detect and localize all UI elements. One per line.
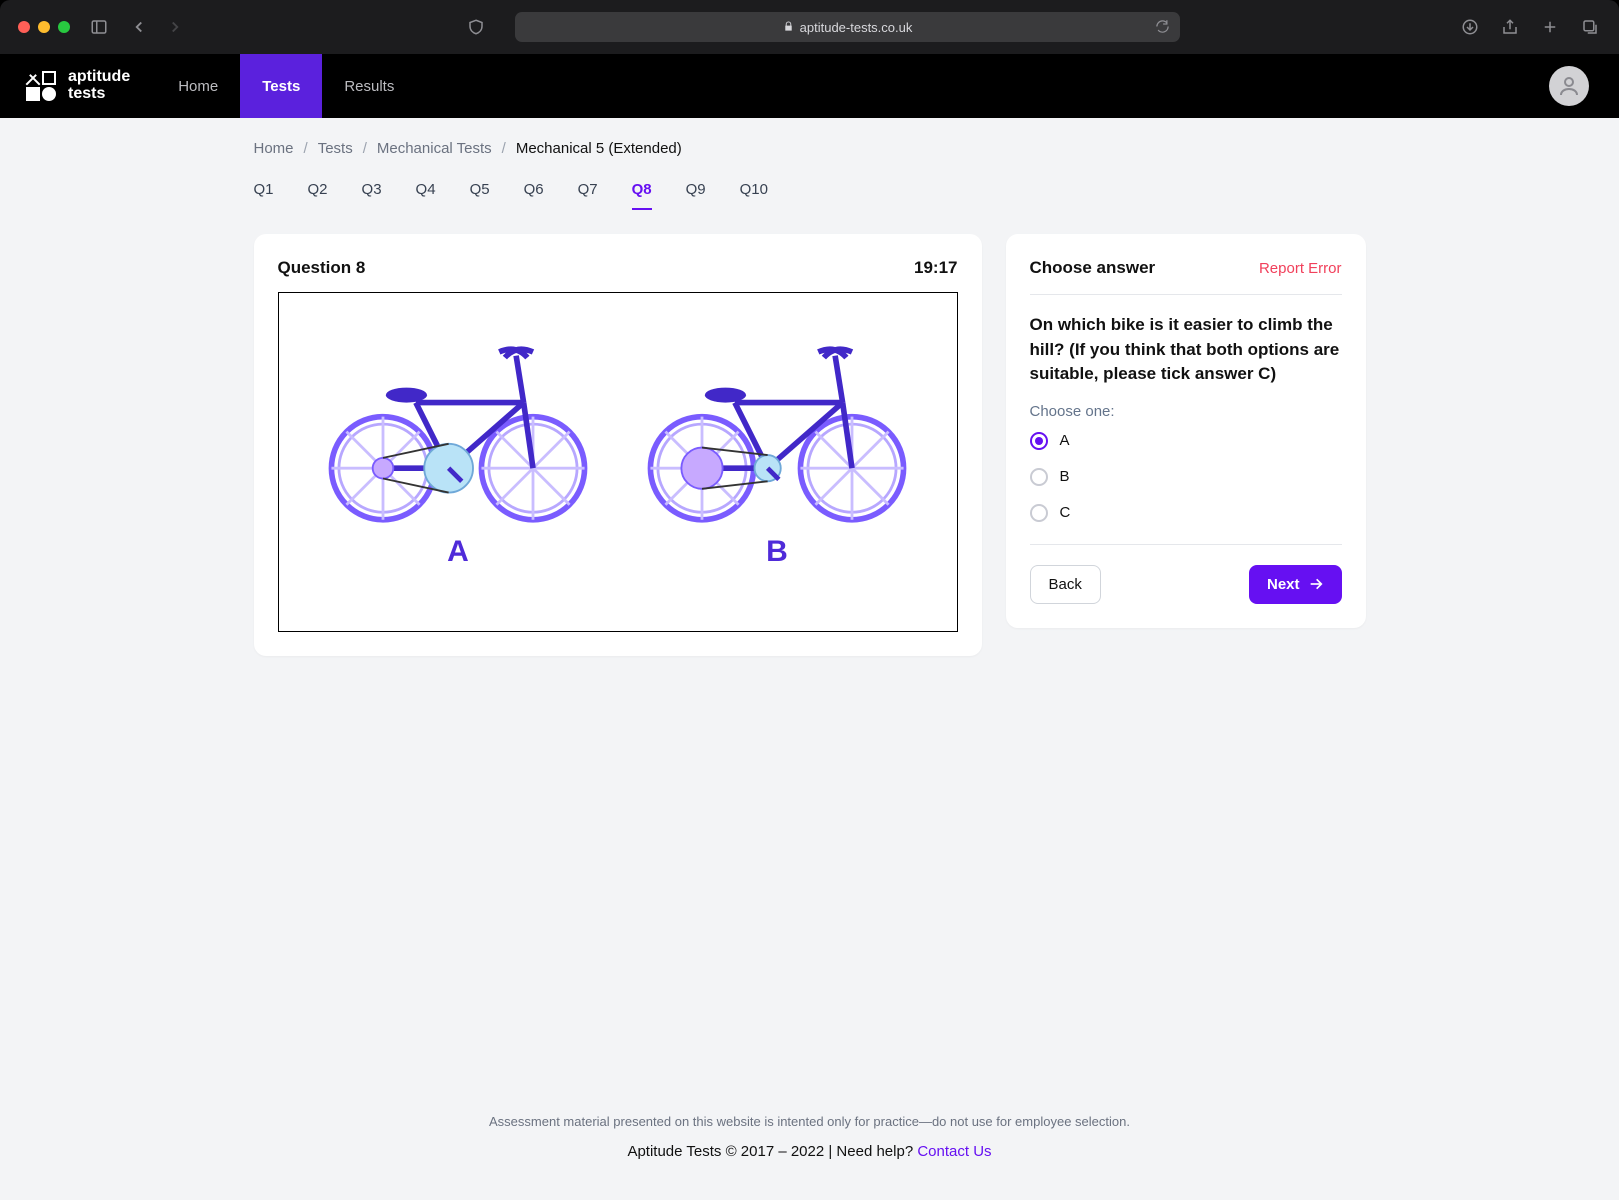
browser-chrome: aptitude-tests.co.uk <box>0 0 1619 54</box>
traffic-lights <box>18 21 70 33</box>
answer-title: Choose answer <box>1030 258 1156 278</box>
radio-icon <box>1030 468 1048 486</box>
avatar[interactable] <box>1549 66 1589 106</box>
site-logo[interactable]: aptitude tests <box>0 54 156 118</box>
contact-us-link[interactable]: Contact Us <box>917 1143 991 1160</box>
qtab-q4[interactable]: Q4 <box>416 181 436 210</box>
back-button[interactable]: Back <box>1030 565 1101 604</box>
bike-a-illustration <box>308 326 608 531</box>
crumb-sep: / <box>502 140 506 157</box>
option-label: A <box>1060 432 1070 449</box>
footer-copyright: Aptitude Tests © 2017 – 2022 | Need help… <box>627 1143 917 1160</box>
crumb-tests[interactable]: Tests <box>318 140 353 157</box>
main-nav: HomeTestsResults <box>156 54 416 118</box>
reload-icon[interactable] <box>1155 19 1170 37</box>
share-icon[interactable] <box>1499 16 1521 38</box>
lock-icon <box>783 20 794 35</box>
arrow-right-icon <box>1308 576 1324 592</box>
qtab-q10[interactable]: Q10 <box>740 181 768 210</box>
qtab-q9[interactable]: Q9 <box>686 181 706 210</box>
qtab-q6[interactable]: Q6 <box>524 181 544 210</box>
next-button-label: Next <box>1267 576 1300 593</box>
crumb-mechanical-tests[interactable]: Mechanical Tests <box>377 140 492 157</box>
site-header: aptitude tests HomeTestsResults <box>0 54 1619 118</box>
choose-one-label: Choose one: <box>1030 403 1342 420</box>
footer-disclaimer: Assessment material presented on this we… <box>0 1114 1619 1129</box>
qtab-q1[interactable]: Q1 <box>254 181 274 210</box>
shield-icon[interactable] <box>465 16 487 38</box>
bike-b-illustration <box>627 326 927 531</box>
url-bar[interactable]: aptitude-tests.co.uk <box>515 12 1180 42</box>
question-card: Question 8 19:17 <box>254 234 982 656</box>
downloads-icon[interactable] <box>1459 16 1481 38</box>
radio-icon <box>1030 504 1048 522</box>
question-image: A <box>278 292 958 632</box>
question-text: On which bike is it easier to climb the … <box>1030 295 1342 403</box>
answer-options: A B C <box>1030 432 1342 545</box>
logo-text-2: tests <box>68 86 130 103</box>
user-icon <box>1557 74 1581 98</box>
crumb-current: Mechanical 5 (Extended) <box>516 140 682 157</box>
close-window-icon[interactable] <box>18 21 30 33</box>
logo-mark-icon <box>26 71 56 101</box>
bike-a-label: A <box>308 535 608 569</box>
tab-overview-icon[interactable] <box>1579 16 1601 38</box>
nav-results[interactable]: Results <box>322 54 416 118</box>
back-icon[interactable] <box>128 16 150 38</box>
nav-buttons <box>128 16 186 38</box>
report-error-link[interactable]: Report Error <box>1259 260 1342 277</box>
next-button[interactable]: Next <box>1249 565 1342 604</box>
url-text: aptitude-tests.co.uk <box>800 20 913 35</box>
footer: Assessment material presented on this we… <box>0 1084 1619 1200</box>
minimize-window-icon[interactable] <box>38 21 50 33</box>
question-header: Question 8 <box>278 258 366 278</box>
crumb-sep: / <box>363 140 367 157</box>
breadcrumb: Home / Tests / Mechanical Tests / Mechanical 5… <box>254 118 1366 167</box>
timer: 19:17 <box>914 258 957 278</box>
logo-text-1: aptitude <box>68 69 130 86</box>
forward-icon[interactable] <box>164 16 186 38</box>
option-c[interactable]: C <box>1030 504 1342 522</box>
qtab-q2[interactable]: Q2 <box>308 181 328 210</box>
crumb-sep: / <box>304 140 308 157</box>
option-b[interactable]: B <box>1030 468 1342 486</box>
back-button-label: Back <box>1049 576 1082 593</box>
maximize-window-icon[interactable] <box>58 21 70 33</box>
radio-icon <box>1030 432 1048 450</box>
crumb-home[interactable]: Home <box>254 140 294 157</box>
qtab-q7[interactable]: Q7 <box>578 181 598 210</box>
qtab-q8[interactable]: Q8 <box>632 181 652 210</box>
nav-tests[interactable]: Tests <box>240 54 322 118</box>
option-label: C <box>1060 504 1071 521</box>
qtab-q3[interactable]: Q3 <box>362 181 382 210</box>
qtab-q5[interactable]: Q5 <box>470 181 490 210</box>
answer-card: Choose answer Report Error On which bike… <box>1006 234 1366 628</box>
bike-b-label: B <box>627 535 927 569</box>
question-tabs: Q1 Q2 Q3 Q4 Q5 Q6 Q7 Q8 Q9 Q10 <box>254 167 1366 234</box>
nav-home[interactable]: Home <box>156 54 240 118</box>
sidebar-toggle-icon[interactable] <box>88 16 110 38</box>
option-label: B <box>1060 468 1070 485</box>
new-tab-icon[interactable] <box>1539 16 1561 38</box>
option-a[interactable]: A <box>1030 432 1342 450</box>
